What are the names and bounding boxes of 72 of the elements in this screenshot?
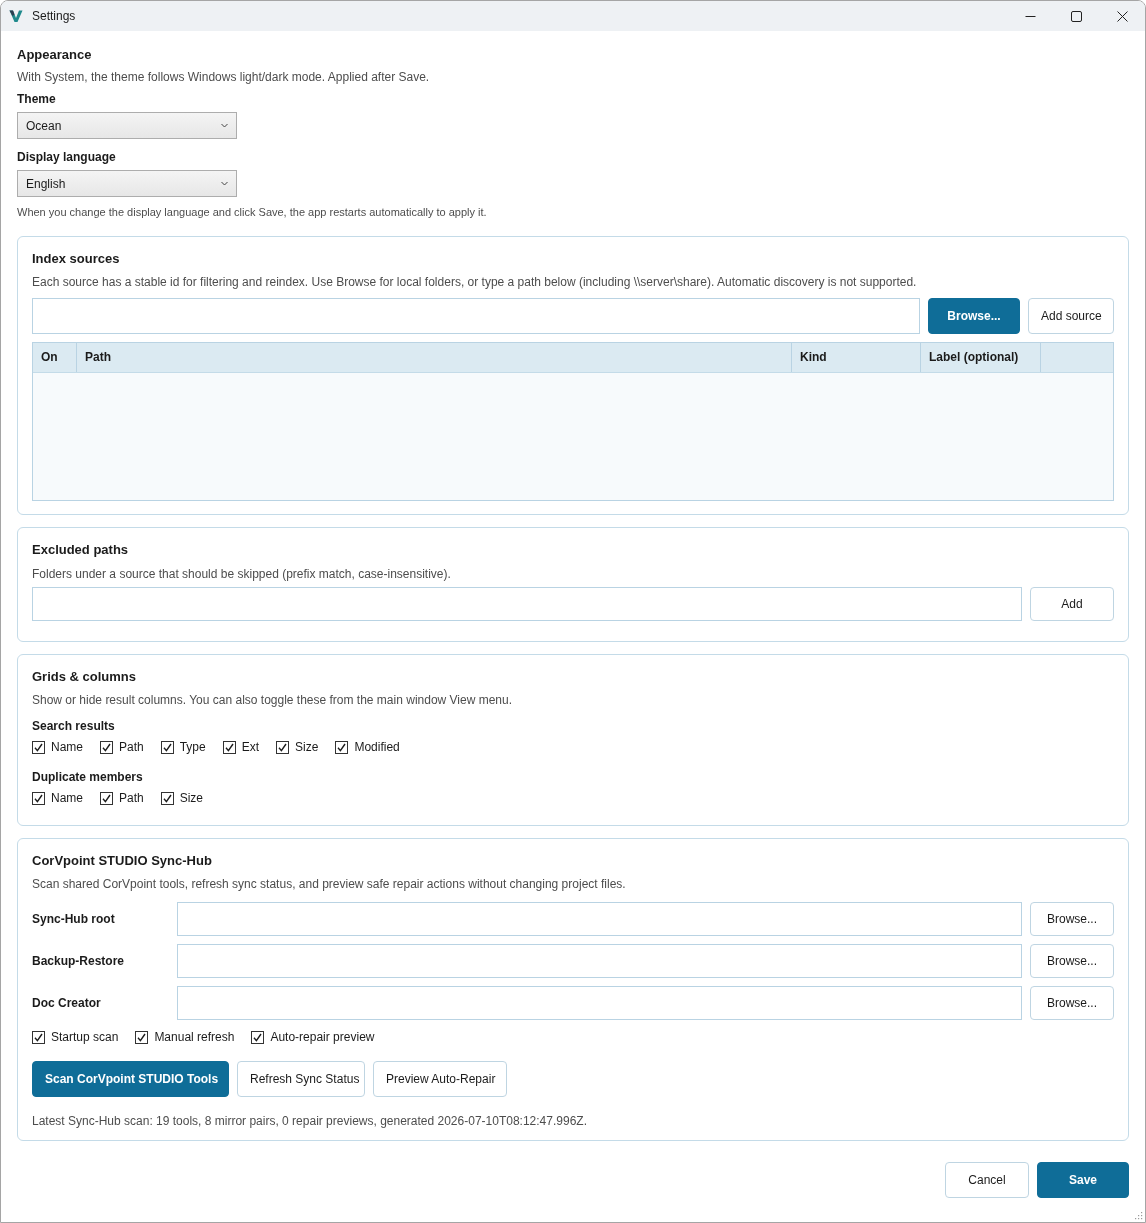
column-header: Kind — [792, 343, 921, 372]
browse-button[interactable]: Browse... — [1030, 944, 1114, 978]
section-title: Appearance — [17, 46, 93, 63]
checkbox-label: Ext — [241, 739, 260, 755]
checkbox-label: Path — [119, 790, 144, 806]
checkbox[interactable] — [160, 791, 174, 805]
checkbox-label: Modified — [354, 739, 400, 755]
section-description: Scan shared CorVpoint tools, refresh sync status, and preview safe repair actions without changing project files. — [32, 876, 627, 892]
section-description: Show or hide result columns. You can also toggle these from the main window View menu. — [32, 692, 514, 708]
chevron-down-icon — [221, 181, 228, 186]
cancel-button[interactable]: Cancel — [945, 1162, 1029, 1198]
app-logo-icon — [9, 9, 23, 23]
section-description: Folders under a source that should be skipped (prefix match, case-insensitive). — [32, 566, 452, 582]
checkbox[interactable] — [100, 740, 113, 754]
resize-grip-icon[interactable] — [1134, 1211, 1143, 1220]
checkbox-label: Type — [179, 739, 206, 755]
group-label: Search results — [32, 718, 116, 734]
checkbox[interactable] — [251, 1030, 265, 1044]
refresh-button[interactable]: Refresh Sync Status — [237, 1061, 365, 1097]
path-input-field[interactable] — [32, 298, 920, 334]
checkbox-label: Manual refresh — [154, 1029, 235, 1045]
folder-input-field[interactable] — [177, 902, 1022, 936]
save-button[interactable]: Save — [1037, 1162, 1129, 1198]
checkbox-label: Size — [295, 739, 319, 755]
excluded-path-input-field[interactable] — [32, 587, 1022, 621]
scan-status-text: Latest Sync-Hub scan: 19 tools, 8 mirror pairs, 0 repair previews, generated 2026-07-10T08:12:47.996Z. — [32, 1113, 588, 1129]
checkbox-label: Name — [51, 739, 83, 755]
section-title: Excluded paths — [32, 541, 130, 558]
section-description: Each source has a stable id for filtering and reindex. Use Browse for local folders, or type a path below (including \\server\share). Automatic discovery is not supported. — [32, 274, 918, 290]
add-button[interactable]: Add — [1030, 587, 1114, 621]
checkbox[interactable] — [160, 740, 174, 754]
field-label: Doc Creator — [32, 996, 102, 1010]
column-header: Label (optional) — [921, 343, 1041, 372]
language-note: When you change the display language and click Save, the app restarts automatically to apply it. — [17, 205, 488, 219]
window-title: Settings — [32, 9, 76, 23]
checkbox-label: Name — [51, 790, 83, 806]
field-label: Sync-Hub root — [32, 912, 116, 926]
section-title: Grids & columns — [32, 668, 138, 685]
dropdown[interactable]: English — [17, 170, 237, 197]
checkbox[interactable] — [32, 740, 45, 754]
checkbox-label: Path — [119, 739, 144, 755]
checkbox-label: Startup scan — [51, 1029, 119, 1045]
field-label: Theme — [17, 91, 57, 107]
browse-button[interactable]: Browse... — [928, 298, 1020, 334]
column-header: Path — [77, 343, 792, 372]
browse-button[interactable]: Browse... — [1030, 902, 1114, 936]
dropdown[interactable]: Ocean — [17, 112, 237, 139]
scan-button[interactable]: Scan CorVpoint STUDIO Tools — [32, 1061, 229, 1097]
column-header: On — [33, 343, 77, 372]
checkbox[interactable] — [100, 791, 113, 805]
preview-button[interactable]: Preview Auto-Repair — [373, 1061, 507, 1097]
section-description: With System, the theme follows Windows light/dark mode. Applied after Save. — [17, 69, 431, 85]
folder-input-field[interactable] — [177, 944, 1022, 978]
checkbox-label: Size — [179, 790, 204, 806]
browse-button[interactable]: Browse... — [1030, 986, 1114, 1020]
section-title: CorVpoint STUDIO Sync-Hub — [32, 852, 213, 869]
checkbox[interactable] — [276, 740, 290, 754]
close-icon — [1116, 10, 1128, 22]
maximize-icon — [1070, 10, 1082, 22]
checkbox-label: Auto-repair preview — [270, 1029, 375, 1045]
section-title: Index sources — [32, 250, 121, 267]
field-label: Backup-Restore — [32, 954, 126, 968]
group-label: Duplicate members — [32, 769, 144, 785]
checkbox[interactable] — [32, 791, 45, 805]
checkbox[interactable] — [135, 1030, 149, 1044]
add-source-button[interactable]: Add source — [1028, 298, 1114, 334]
checkbox[interactable] — [335, 740, 349, 754]
checkbox[interactable] — [222, 740, 236, 754]
checkbox[interactable] — [32, 1030, 45, 1044]
field-label: Display language — [17, 149, 117, 165]
folder-input-field[interactable] — [177, 986, 1022, 1020]
chevron-down-icon — [221, 123, 228, 128]
